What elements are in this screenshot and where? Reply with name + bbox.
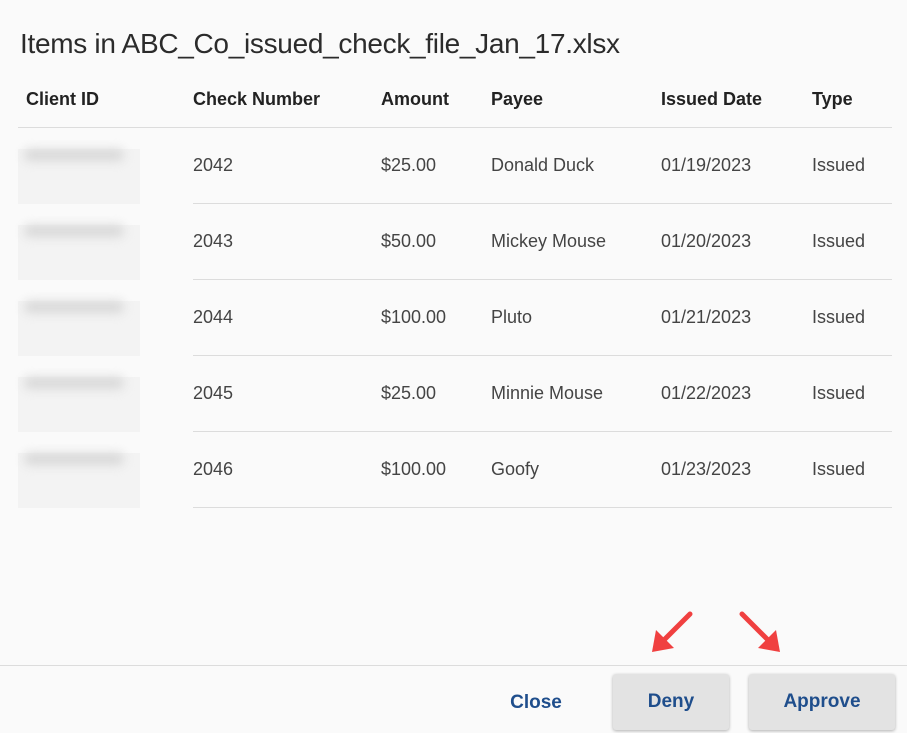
amount-cell: $100.00 (381, 279, 491, 356)
check-number-cell: 2042 (193, 127, 381, 204)
table-row: 2042 $25.00 Donald Duck 01/19/2023 Issue… (18, 127, 892, 204)
issued-date-cell: 01/21/2023 (661, 279, 812, 356)
issued-date-cell: 01/22/2023 (661, 355, 812, 432)
close-button[interactable]: Close (496, 683, 576, 723)
type-cell: Issued (812, 127, 892, 204)
approve-arrow-annotation-icon (739, 611, 780, 652)
footer-divider (0, 665, 907, 666)
header-check-number: Check Number (193, 72, 381, 128)
header-amount: Amount (381, 72, 491, 128)
header-issued-date: Issued Date (661, 72, 812, 128)
payee-cell: Minnie Mouse (491, 355, 661, 432)
client-id-cell-redacted (18, 279, 193, 356)
payee-cell: Mickey Mouse (491, 203, 661, 280)
amount-cell: $25.00 (381, 127, 491, 204)
check-number-cell: 2045 (193, 355, 381, 432)
approve-button[interactable]: Approve (749, 674, 895, 730)
payee-cell: Goofy (491, 431, 661, 508)
issued-date-cell: 01/20/2023 (661, 203, 812, 280)
table-row: 2044 $100.00 Pluto 01/21/2023 Issued (18, 279, 892, 356)
payee-cell: Pluto (491, 279, 661, 356)
client-id-cell-redacted (18, 203, 193, 280)
table-row: 2046 $100.00 Goofy 01/23/2023 Issued (18, 431, 892, 508)
issued-date-cell: 01/19/2023 (661, 127, 812, 204)
amount-cell: $25.00 (381, 355, 491, 432)
client-id-cell-redacted (18, 127, 193, 204)
check-number-cell: 2044 (193, 279, 381, 356)
client-id-cell-redacted (18, 431, 193, 508)
type-cell: Issued (812, 203, 892, 280)
payee-cell: Donald Duck (491, 127, 661, 204)
table-header-row: Client ID Check Number Amount Payee Issu… (18, 72, 892, 128)
deny-arrow-annotation-icon (652, 611, 693, 652)
check-number-cell: 2046 (193, 431, 381, 508)
header-client-id: Client ID (18, 72, 193, 128)
items-table: Client ID Check Number Amount Payee Issu… (18, 72, 892, 508)
client-id-cell-redacted (18, 355, 193, 432)
amount-cell: $50.00 (381, 203, 491, 280)
type-cell: Issued (812, 431, 892, 508)
type-cell: Issued (812, 279, 892, 356)
dialog-title: Items in ABC_Co_issued_check_file_Jan_17… (20, 28, 620, 59)
deny-button[interactable]: Deny (613, 674, 729, 730)
check-number-cell: 2043 (193, 203, 381, 280)
header-payee: Payee (491, 72, 661, 128)
header-type: Type (812, 72, 892, 128)
table-row: 2043 $50.00 Mickey Mouse 01/20/2023 Issu… (18, 203, 892, 280)
type-cell: Issued (812, 355, 892, 432)
table-row: 2045 $25.00 Minnie Mouse 01/22/2023 Issu… (18, 355, 892, 432)
issued-date-cell: 01/23/2023 (661, 431, 812, 508)
amount-cell: $100.00 (381, 431, 491, 508)
